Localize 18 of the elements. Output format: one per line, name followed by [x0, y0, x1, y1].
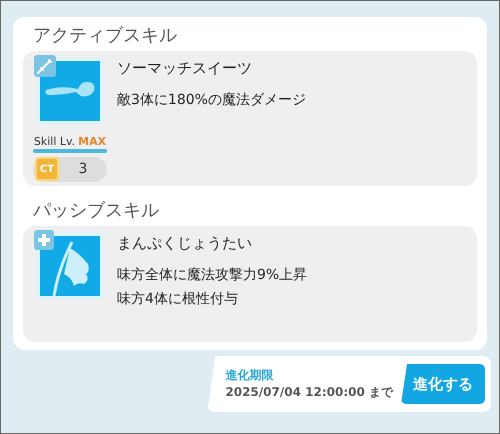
evolution-deadline: 2025/07/04 12:00:00 まで	[225, 384, 393, 401]
evolve-button[interactable]: 進化する	[401, 364, 485, 404]
skill-description: 味方全体に魔法攻撃力9%上昇	[117, 266, 308, 285]
skill-description: 味方4体に根性付与	[117, 290, 239, 309]
skill-description: 敵3体に180%の魔法ダメージ	[117, 91, 306, 110]
cooldown-value: 3	[78, 161, 88, 178]
flag-icon	[34, 230, 106, 302]
section-title: アクティブスキル	[33, 24, 178, 47]
section-title: パッシブスキル	[33, 199, 160, 222]
cooldown-badge: CT	[35, 157, 59, 182]
plus-icon	[34, 230, 54, 250]
sword-icon	[34, 55, 56, 77]
evolution-deadline-label: 進化期限	[225, 367, 274, 384]
skill-level-value: MAX	[78, 135, 106, 148]
skill-name: まんぷくじょうたい	[117, 234, 253, 253]
skill-level-label: Skill Lv.	[34, 135, 76, 148]
skill-name: ソーマッチスイーツ	[117, 59, 253, 78]
spoon-icon	[34, 55, 106, 127]
